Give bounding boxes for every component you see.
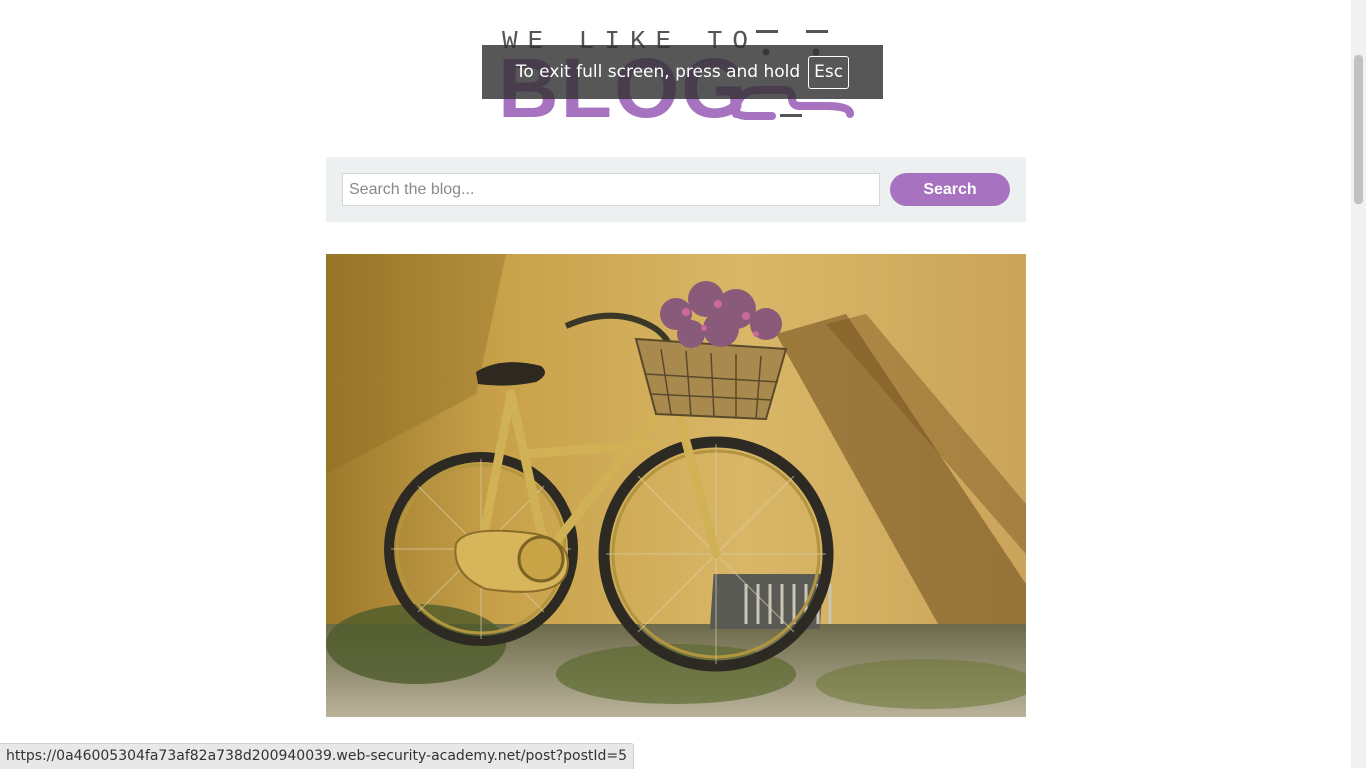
page: WE LIKE TO BLOG To exit full screen, pre… [0,0,1351,768]
vertical-scrollbar[interactable] [1351,0,1366,768]
esc-key-hint: Esc [808,55,850,89]
search-input[interactable] [342,173,880,206]
fullscreen-notice-text: To exit full screen, press and hold [515,62,801,82]
bicycle-photo [326,254,1026,717]
search-panel: Search [326,157,1026,222]
link-status-url: https://0a46005304fa73af82a738d200940039… [0,743,635,769]
scrollbar-thumb[interactable] [1354,55,1363,204]
search-button[interactable]: Search [890,173,1010,206]
fullscreen-exit-notice: To exit full screen, press and hold Esc [482,45,883,99]
post-image-link[interactable] [326,254,1026,717]
